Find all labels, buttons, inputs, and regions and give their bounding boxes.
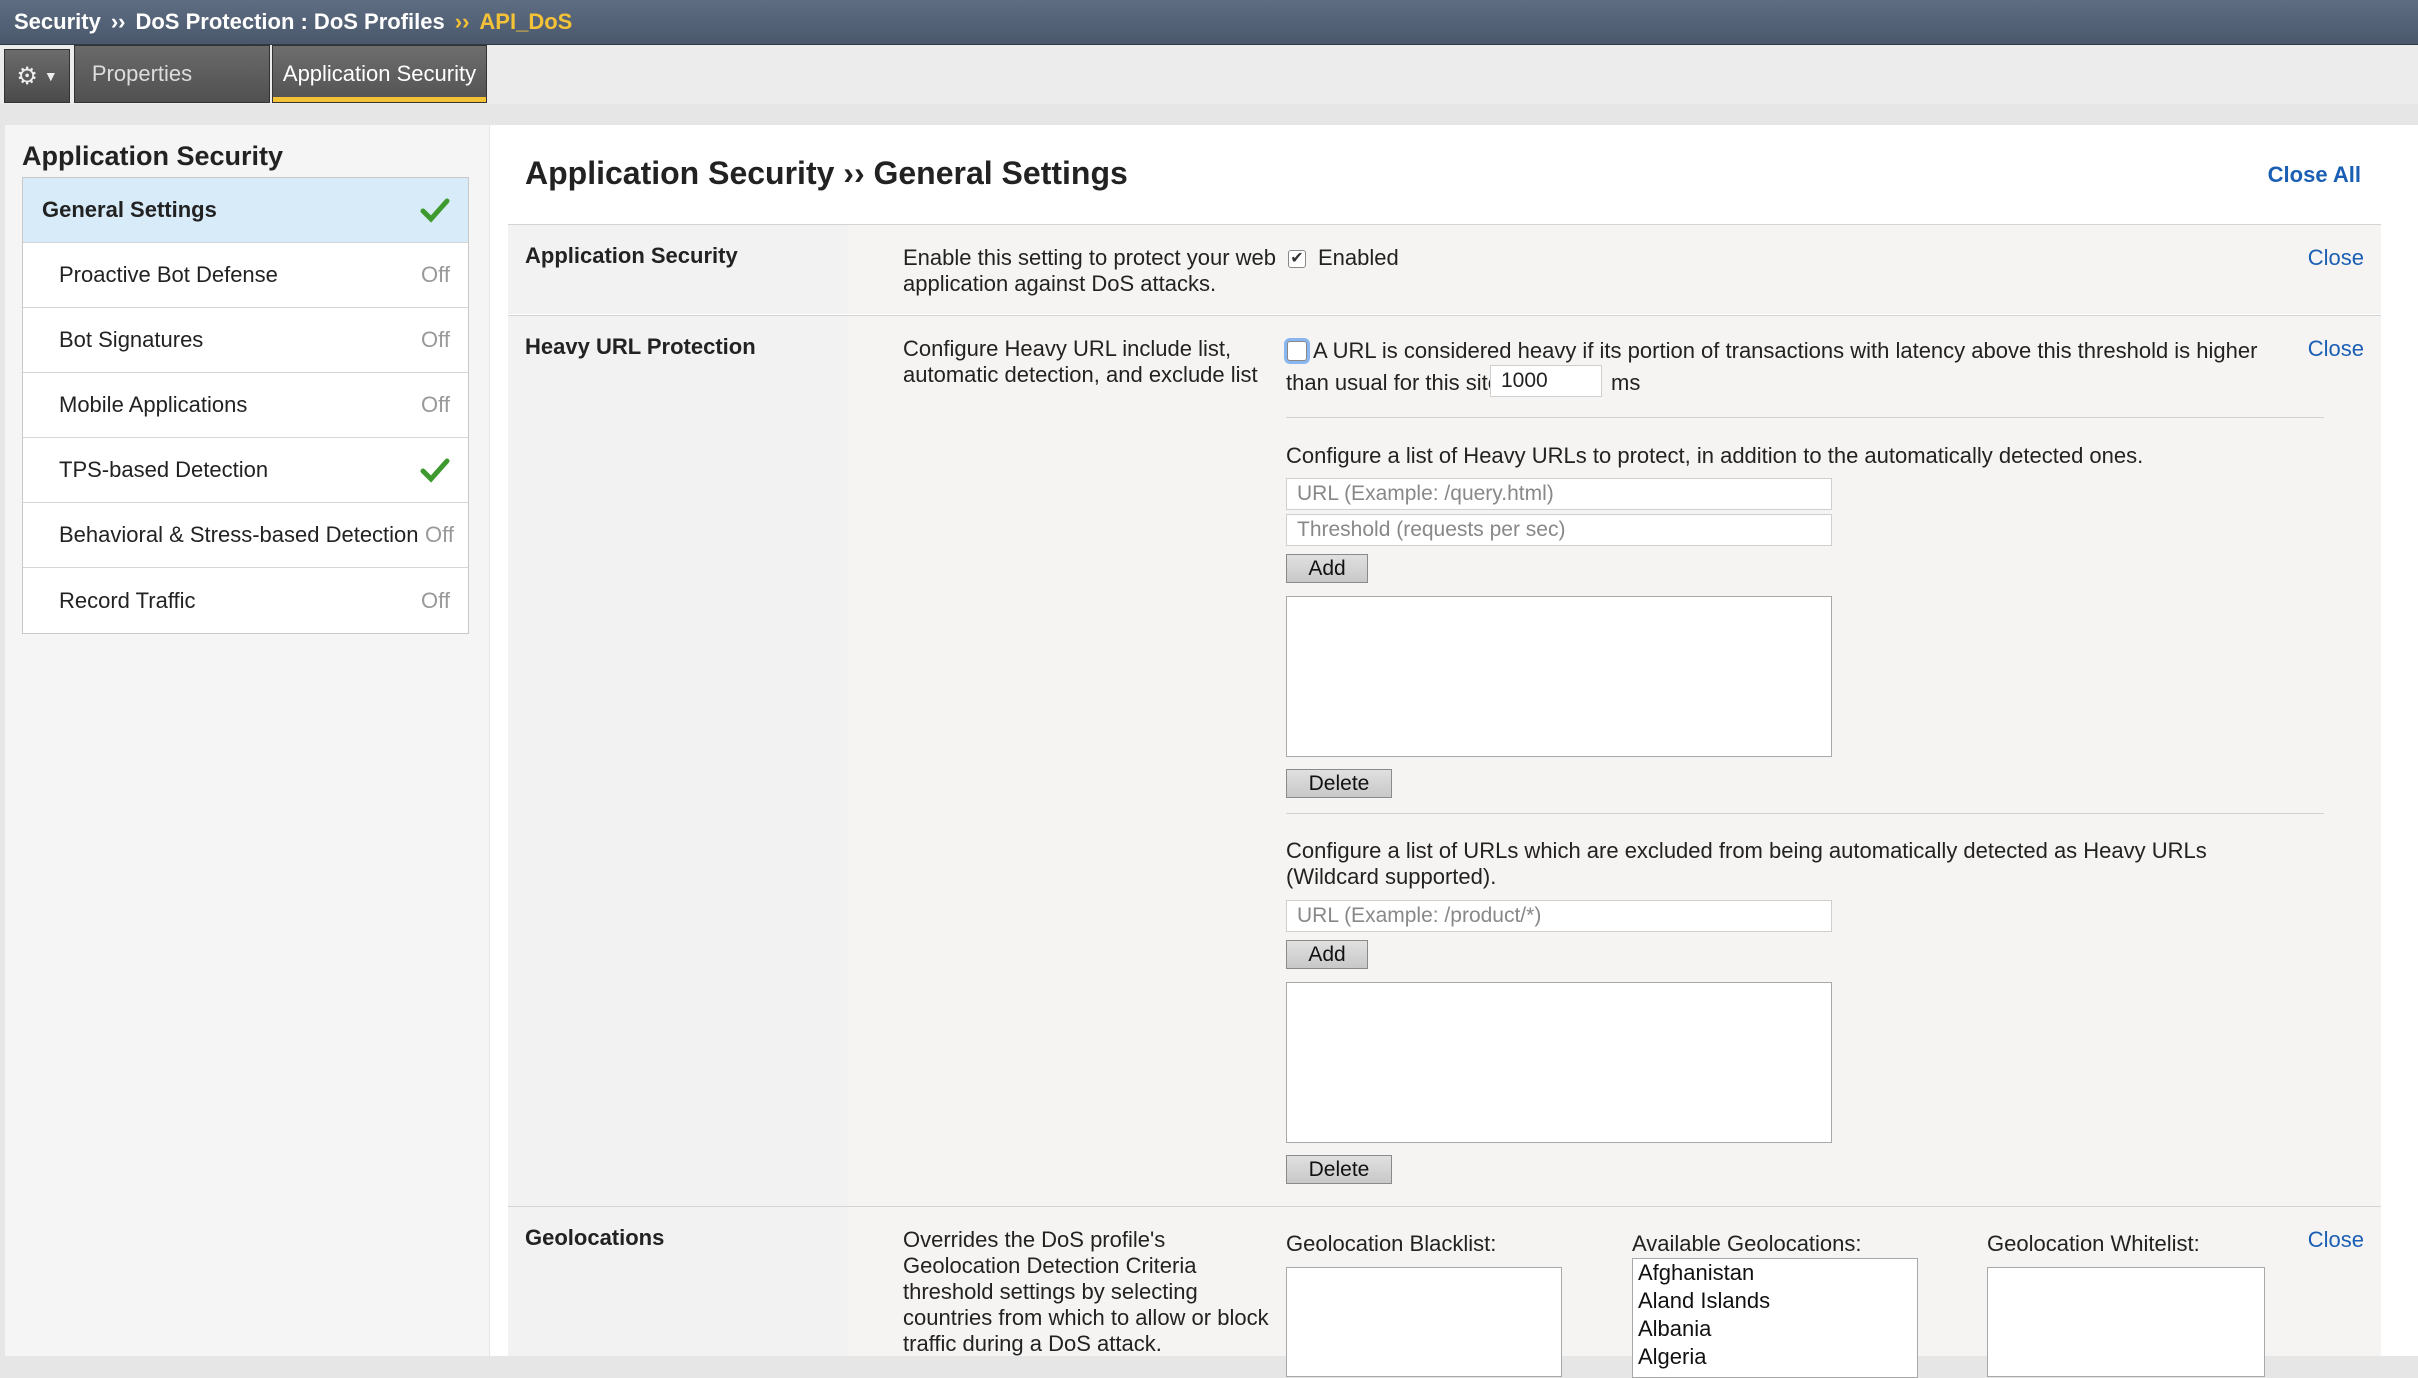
breadcrumb-separator: ››: [110, 9, 126, 34]
add-heavy-url-button[interactable]: Add: [1286, 554, 1368, 583]
list-item[interactable]: Albania: [1638, 1315, 1912, 1343]
enabled-checkbox[interactable]: ✔: [1288, 250, 1306, 268]
available-geolocations-list[interactable]: Afghanistan Aland Islands Albania Algeri…: [1632, 1258, 1918, 1378]
page-title: Application Security ›› General Settings: [525, 155, 1128, 191]
gear-icon: ⚙: [16, 62, 38, 90]
sidebar: Application Security General Settings Pr…: [5, 125, 489, 1356]
caret-down-icon: ▼: [43, 68, 58, 84]
exclude-list-text: Configure a list of URLs which are exclu…: [1286, 838, 2207, 889]
threshold-unit: ms: [1611, 370, 1641, 395]
delete-heavy-url-button[interactable]: Delete: [1286, 769, 1392, 798]
exclude-url-input[interactable]: [1286, 900, 1832, 932]
section-geolocations: Geolocations Overrides the DoS profile's…: [508, 1206, 2381, 1378]
heavy-url-input[interactable]: [1286, 478, 1832, 510]
sidebar-item-general-settings[interactable]: General Settings: [23, 178, 468, 243]
geolocation-blacklist[interactable]: [1286, 1267, 1562, 1377]
sidebar-item-label: Proactive Bot Defense: [59, 262, 278, 287]
close-link[interactable]: Close: [2308, 336, 2364, 362]
sidebar-title: Application Security: [22, 141, 284, 171]
geolocation-blacklist-label: Geolocation Blacklist:: [1286, 1231, 1497, 1256]
sidebar-item-label: Behavioral & Stress-based Detection: [59, 522, 419, 547]
status-off: Off: [421, 262, 450, 287]
checkmark-icon: [420, 198, 450, 223]
breadcrumb-current: API_DoS: [479, 9, 573, 34]
list-item[interactable]: Algeria: [1638, 1343, 1912, 1371]
breadcrumb: Security ›› DoS Protection : DoS Profile…: [0, 0, 2418, 45]
status-off: Off: [421, 327, 450, 352]
exclude-url-list[interactable]: [1286, 982, 1832, 1143]
close-link[interactable]: Close: [2308, 1227, 2364, 1253]
status-off: Off: [421, 392, 450, 417]
section-label: Heavy URL Protection: [525, 334, 756, 359]
geolocation-whitelist-label: Geolocation Whitelist:: [1987, 1231, 2200, 1256]
tab-application-security[interactable]: Application Security: [272, 45, 487, 103]
include-list-text: Configure a list of Heavy URLs to protec…: [1286, 443, 2144, 468]
section-description: Enable this setting to protect your web …: [903, 245, 1276, 296]
sidebar-item-tps-based-detection[interactable]: TPS-based Detection: [23, 438, 468, 503]
enabled-label: Enabled: [1318, 245, 1399, 270]
list-item[interactable]: Aland Islands: [1638, 1287, 1912, 1315]
delete-exclude-url-button[interactable]: Delete: [1286, 1155, 1392, 1184]
status-off: Off: [421, 587, 450, 613]
sidebar-nav: General Settings Proactive Bot Defense O…: [22, 177, 469, 634]
geolocation-whitelist[interactable]: [1987, 1267, 2265, 1377]
sidebar-item-mobile-applications[interactable]: Mobile Applications Off: [23, 373, 468, 438]
divider: [1286, 417, 2324, 418]
threshold-rps-input[interactable]: [1286, 514, 1832, 546]
divider: [1286, 813, 2324, 814]
checkmark-icon: [420, 458, 450, 483]
sidebar-item-label: Mobile Applications: [59, 392, 248, 417]
list-item[interactable]: Afghanistan: [1638, 1259, 1912, 1287]
breadcrumb-separator: ››: [454, 9, 470, 34]
main-panel: Application Security ›› General Settings…: [490, 125, 2418, 1378]
latency-threshold-input[interactable]: [1490, 365, 1602, 397]
heavy-url-list[interactable]: [1286, 596, 1832, 757]
section-application-security: Application Security Enable this setting…: [508, 224, 2381, 314]
sidebar-item-behavioral-stress-detection[interactable]: Behavioral & Stress-based Detection Off: [23, 503, 468, 568]
section-description: Overrides the DoS profile's Geolocation …: [903, 1227, 1269, 1356]
add-exclude-url-button[interactable]: Add: [1286, 940, 1368, 969]
heavy-url-detection-checkbox[interactable]: [1287, 341, 1307, 361]
threshold-text-continued: than usual for this site.: [1286, 370, 1507, 395]
section-description: Configure Heavy URL include list, automa…: [903, 336, 1258, 387]
sidebar-item-label: General Settings: [42, 197, 217, 222]
sidebar-item-bot-signatures[interactable]: Bot Signatures Off: [23, 308, 468, 373]
sidebar-item-label: Record Traffic: [59, 587, 196, 613]
section-heavy-url-protection: Heavy URL Protection Configure Heavy URL…: [508, 315, 2381, 1206]
breadcrumb-security[interactable]: Security: [14, 9, 101, 35]
section-label: Geolocations: [525, 1225, 665, 1250]
close-link[interactable]: Close: [2308, 245, 2364, 271]
status-off: Off: [425, 522, 454, 547]
sidebar-item-label: TPS-based Detection: [59, 457, 269, 482]
tab-bar: ⚙ ▼ Properties Application Security: [0, 45, 2418, 104]
available-geolocations-label: Available Geolocations:: [1632, 1231, 1862, 1256]
sidebar-item-proactive-bot-defense[interactable]: Proactive Bot Defense Off: [23, 243, 468, 308]
settings-menu-button[interactable]: ⚙ ▼: [4, 49, 70, 103]
breadcrumb-dos-profiles[interactable]: DoS Protection : DoS Profiles: [135, 9, 444, 35]
sidebar-item-record-traffic[interactable]: Record Traffic Off: [23, 568, 468, 633]
close-all-link[interactable]: Close All: [2268, 162, 2361, 188]
tab-properties[interactable]: Properties: [74, 45, 270, 103]
threshold-text: A URL is considered heavy if its portion…: [1313, 338, 2258, 363]
sidebar-item-label: Bot Signatures: [59, 327, 204, 352]
section-label: Application Security: [525, 243, 738, 268]
